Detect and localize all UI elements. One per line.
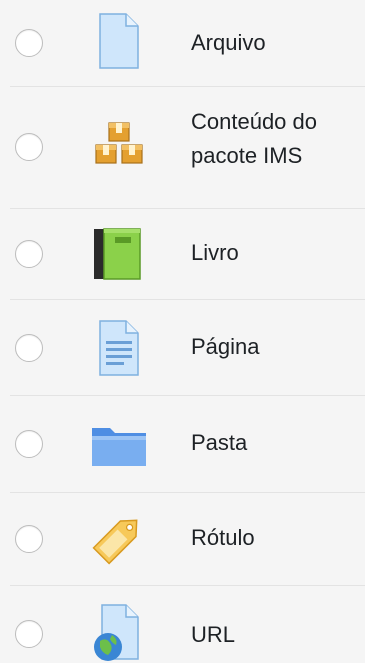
page-icon: [88, 317, 150, 379]
activity-option-ims-package[interactable]: Conteúdo do pacote IMS: [0, 87, 365, 208]
activity-option-livro[interactable]: Livro: [0, 209, 365, 299]
file-icon: [88, 10, 150, 72]
radio-button[interactable]: [15, 430, 43, 458]
activity-label: Página: [191, 334, 260, 359]
radio-button[interactable]: [15, 240, 43, 268]
url-icon: [88, 601, 150, 663]
activity-label: URL: [191, 622, 236, 647]
folder-icon: [88, 414, 150, 476]
activity-label: Livro: [191, 240, 239, 265]
radio-button[interactable]: [15, 525, 43, 553]
activity-label: Conteúdo do pacote IMS: [191, 109, 317, 168]
activity-option-pagina[interactable]: Página: [0, 300, 365, 395]
radio-button[interactable]: [15, 620, 43, 648]
book-icon: [88, 223, 150, 285]
activity-label: Arquivo: [191, 30, 266, 55]
activity-option-pasta[interactable]: Pasta: [0, 396, 365, 492]
activity-option-url[interactable]: URL: [0, 586, 365, 663]
label-tag-icon: [88, 507, 150, 569]
activity-list: Arquivo Conteúdo do pacote IMS Livro Pág…: [0, 0, 365, 663]
radio-button[interactable]: [15, 133, 43, 161]
activity-option-rotulo[interactable]: Rótulo: [0, 493, 365, 585]
ims-package-icon: [88, 115, 150, 177]
activity-option-arquivo[interactable]: Arquivo: [0, 0, 365, 86]
radio-button[interactable]: [15, 334, 43, 362]
activity-label: Rótulo: [191, 525, 255, 550]
radio-button[interactable]: [15, 29, 43, 57]
activity-label: Pasta: [191, 430, 248, 455]
